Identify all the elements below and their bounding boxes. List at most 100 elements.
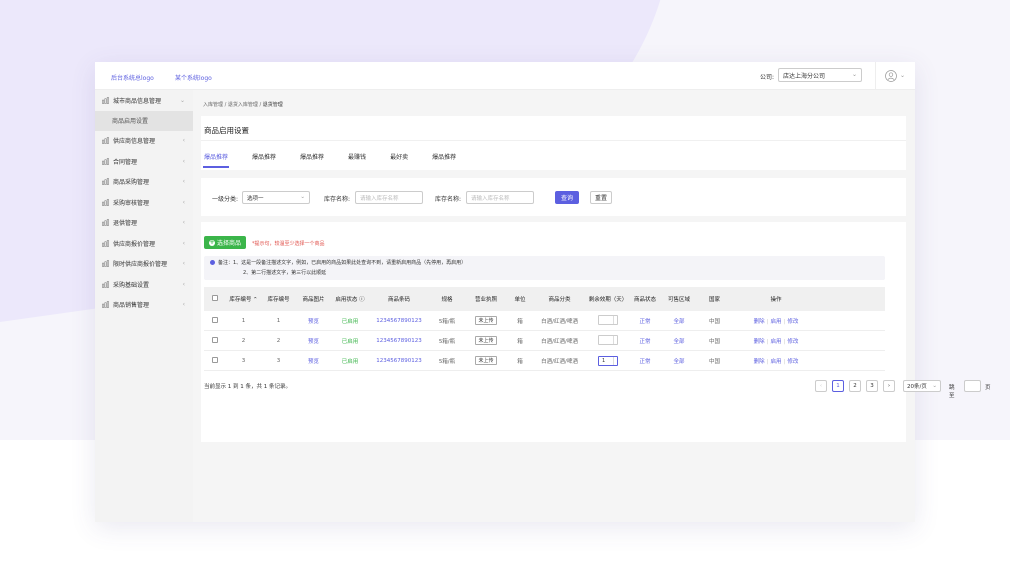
stock-no: 3 (276, 357, 281, 364)
jump-label: 跳至 (949, 385, 955, 399)
sidebar-item[interactable]: 退供管理 ‹ (95, 213, 193, 234)
column-header: 剩余效期（天） (588, 297, 628, 303)
preview-link[interactable]: 预览 (296, 357, 331, 365)
menu-icon (102, 157, 109, 165)
category-select[interactable]: 选项一 ⌄ (242, 191, 310, 204)
sidebar-item[interactable]: 限时供应商报价管理 ‹ (95, 254, 193, 275)
unit: 箱 (517, 338, 523, 345)
sidebar-item[interactable]: 供应商信息管理 ‹ (95, 131, 193, 152)
breadcrumb-item[interactable]: 入库管理 (203, 102, 223, 108)
row-checkbox[interactable] (204, 316, 226, 325)
row-checkbox[interactable] (204, 356, 226, 365)
prev-page-button[interactable]: ‹ (815, 380, 827, 392)
next-page-button[interactable]: › (883, 380, 895, 392)
menu-icon (102, 137, 109, 145)
stock-name-input[interactable]: 请输入库存名称 (355, 191, 423, 204)
enable-link[interactable]: 启用 (770, 319, 781, 325)
enable-link[interactable]: 启用 (770, 339, 781, 345)
sidebar-item[interactable]: 商品销售管理 ‹ (95, 295, 193, 316)
row-checkbox[interactable] (204, 336, 226, 345)
column-header: 单位 (514, 297, 526, 303)
state-link[interactable]: 正常 (630, 337, 660, 345)
tab[interactable]: 最赚钱 (348, 152, 366, 161)
delete-link[interactable]: 删除 (754, 359, 765, 365)
sidebar-item-label: 采购审核管理 (113, 199, 150, 207)
edit-link[interactable]: 修改 (787, 359, 798, 365)
user-avatar-icon[interactable] (885, 70, 897, 82)
state-link[interactable]: 正常 (630, 317, 660, 325)
stock-name-label: 库存名称: (324, 196, 351, 203)
license-tag[interactable]: 未上传 (475, 336, 497, 345)
main-logo[interactable]: 后台系统总logo (111, 73, 154, 82)
sidebar: 城市商品信息管理 ⌄ 商品启用设置 供应商信息管理 ‹ 合同管理 ‹ 商品采购管理 ‹ 采购审核管… (95, 90, 193, 522)
column-header: 可售区域 (667, 297, 690, 303)
top-bar: 后台系统总logo 某个系统logo 公司: 店达上海分公司 ⌄ ⌄ (95, 62, 915, 90)
sidebar-item[interactable]: 合同管理 ‹ (95, 151, 193, 172)
sidebar-item[interactable]: 采购基础设置 ‹ (95, 274, 193, 295)
sidebar-item[interactable]: 商品采购管理 ‹ (95, 172, 193, 193)
breadcrumb-item[interactable]: 退货入库管理 (228, 102, 258, 108)
column-header[interactable]: 库存编号 ⌃ (226, 295, 261, 303)
table-header: 库存编号 ⌃ 库存编号 商品图片 启用状态 ⓘ 商品条码 规格 营业执照 单位 商品分类 剩余效期… (204, 287, 885, 311)
page-1-button[interactable]: 1 (832, 380, 844, 392)
page-3-button[interactable]: 3 (866, 380, 878, 392)
category-label: 一级分类: (212, 196, 239, 203)
enable-link[interactable]: 启用 (770, 359, 781, 365)
license-tag[interactable]: 未上传 (475, 356, 497, 365)
menu-icon (102, 239, 109, 247)
row-actions: 删除 | 启用 | 修改 (753, 358, 799, 365)
column-header: 规格 (441, 297, 453, 303)
menu-icon (102, 280, 109, 288)
stock-name-input[interactable]: 请输入库存名称 (466, 191, 534, 204)
spec: 5箱/瓶 (438, 358, 456, 365)
barcode-link[interactable]: 1234567890123 (369, 318, 429, 324)
days-input[interactable]: 1 (598, 355, 618, 366)
select-all-checkbox[interactable] (204, 295, 226, 303)
tab[interactable]: 爆品推荐 (300, 152, 324, 161)
stock-no: 2 (276, 337, 281, 344)
days-input[interactable] (598, 334, 618, 345)
category: 白酒/红酒/啤酒 (541, 358, 578, 365)
chevron-down-icon[interactable]: ⌄ (900, 72, 905, 79)
tab[interactable]: 最好卖 (390, 152, 408, 161)
days-input[interactable] (598, 314, 618, 325)
region-link[interactable]: 全部 (660, 317, 698, 325)
search-button[interactable]: 查询 (555, 191, 579, 204)
edit-link[interactable]: 修改 (787, 339, 798, 345)
company-select[interactable]: 店达上海分公司 ⌄ (778, 68, 862, 82)
column-header: 国家 (708, 297, 720, 303)
page-2-button[interactable]: 2 (849, 380, 861, 392)
sidebar-item[interactable]: 城市商品信息管理 ⌄ (95, 90, 193, 111)
delete-link[interactable]: 删除 (754, 319, 765, 325)
barcode-link[interactable]: 1234567890123 (369, 358, 429, 364)
region-link[interactable]: 全部 (660, 337, 698, 345)
tab[interactable]: 爆品推荐 (202, 152, 230, 168)
reset-button[interactable]: 重置 (590, 191, 612, 204)
select-product-button[interactable]: + 选择商品 (204, 236, 246, 249)
category: 白酒/红酒/啤酒 (541, 338, 578, 345)
stock-id: 1 (241, 317, 246, 324)
sidebar-subitem[interactable]: 商品启用设置 (95, 110, 193, 131)
table-row: 3 3 预览 已启用 1234567890123 5箱/瓶 未上传 箱 白酒/红酒/啤酒 1 正常全… (204, 351, 885, 371)
tab[interactable]: 爆品推荐 (252, 152, 276, 161)
page-size-select[interactable]: 20条/页 ⌄ (903, 380, 941, 392)
jump-page-input[interactable] (964, 380, 981, 392)
sidebar-item[interactable]: 采购审核管理 ‹ (95, 192, 193, 213)
region-link[interactable]: 全部 (660, 357, 698, 365)
preview-link[interactable]: 预览 (296, 317, 331, 325)
app-window: 后台系统总logo 某个系统logo 公司: 店达上海分公司 ⌄ ⌄ 城市商品信… (95, 62, 991, 522)
barcode-link[interactable]: 1234567890123 (369, 338, 429, 344)
license-tag[interactable]: 未上传 (475, 316, 497, 325)
days-cell (586, 334, 630, 347)
state-link[interactable]: 正常 (630, 357, 660, 365)
page-title: 商品启用设置 (204, 126, 249, 135)
note-box: 备注：1、这是一段备注描述文字，例如，已启用的商品如果此处查询不到，请重新启用商… (204, 256, 885, 280)
title-card (201, 116, 906, 170)
edit-link[interactable]: 修改 (787, 319, 798, 325)
delete-link[interactable]: 删除 (754, 339, 765, 345)
record-summary: 当前显示 1 到 1 条，共 1 条记录。 (204, 384, 291, 390)
system-logo[interactable]: 某个系统logo (175, 73, 212, 82)
preview-link[interactable]: 预览 (296, 337, 331, 345)
sidebar-item[interactable]: 供应商报价管理 ‹ (95, 233, 193, 254)
tab[interactable]: 爆品推荐 (432, 152, 456, 161)
